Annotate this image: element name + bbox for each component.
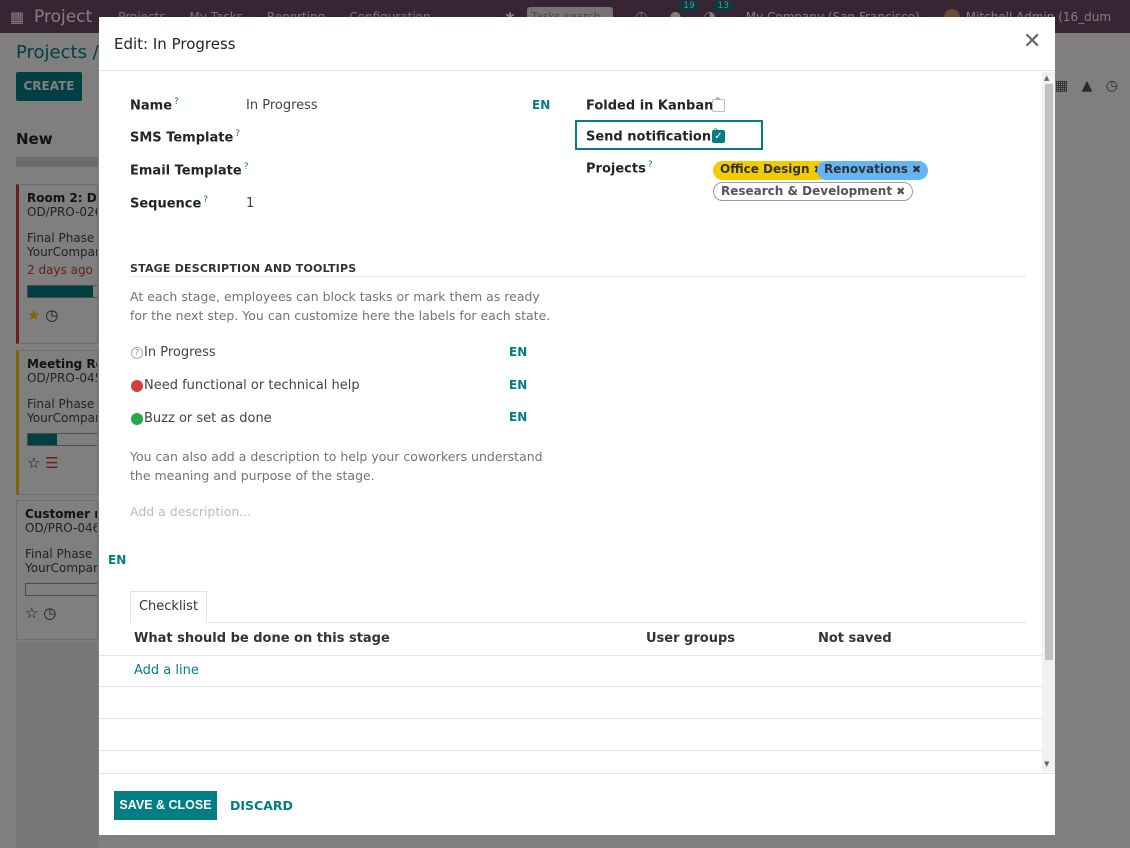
tab-divider <box>207 622 1026 623</box>
dialog-scrollbar[interactable]: ▲ ▼ <box>1042 72 1055 772</box>
state-blocked-label[interactable]: Need functional or technical help <box>144 378 360 393</box>
column-header-user-groups[interactable]: User groups <box>646 631 735 646</box>
table-row-divider <box>99 655 1042 656</box>
projects-label: Projects? <box>586 160 653 177</box>
state-done-label[interactable]: Buzz or set as done <box>144 411 272 426</box>
dialog-title: Edit: In Progress <box>114 35 236 53</box>
email-template-label: Email Template? <box>130 162 249 179</box>
name-translate-button[interactable]: EN <box>532 98 550 112</box>
scroll-up-icon[interactable]: ▲ <box>1044 74 1049 82</box>
name-field[interactable]: In Progress <box>246 98 318 113</box>
state-normal-label[interactable]: In Progress <box>144 345 216 360</box>
tab-checklist[interactable]: Checklist <box>130 591 207 623</box>
scroll-thumb[interactable] <box>1045 84 1053 660</box>
help-icon[interactable]: ? <box>174 97 179 107</box>
table-row-divider <box>99 686 1042 687</box>
state-normal-row[interactable]: ? In Progress <box>131 345 216 360</box>
dialog-header: Edit: In Progress ✕ <box>99 17 1055 71</box>
column-header-task[interactable]: What should be done on this stage <box>134 631 390 646</box>
status-green-icon <box>131 412 143 425</box>
status-grey-icon: ? <box>131 346 143 359</box>
dialog-footer: SAVE & CLOSE DISCARD <box>99 773 1055 835</box>
table-row-divider <box>99 718 1042 719</box>
section-intro: At each stage, employees can block tasks… <box>130 289 551 323</box>
add-line-link[interactable]: Add a line <box>134 663 199 678</box>
folded-in-kanban-label: Folded in Kanban? <box>586 97 720 113</box>
project-tag-office-design: Office Design✖ <box>713 161 830 180</box>
description-hint: You can also add a description to help y… <box>130 449 543 483</box>
help-icon[interactable]: ? <box>648 160 653 170</box>
email-template-field[interactable] <box>246 162 546 180</box>
state-done-row[interactable]: Buzz or set as done <box>131 411 272 426</box>
column-header-not-saved[interactable]: Not saved <box>818 631 892 646</box>
dialog-body: Name? In Progress EN SMS Template? Email… <box>99 72 1055 772</box>
sms-template-field[interactable] <box>246 129 546 147</box>
project-tag-renovations: Renovations ✖ <box>817 161 929 180</box>
status-red-icon <box>131 379 143 392</box>
state-normal-translate-button[interactable]: EN <box>509 345 527 359</box>
name-label: Name? <box>130 97 179 114</box>
sequence-field[interactable]: 1 <box>246 196 254 211</box>
discard-button[interactable]: DISCARD <box>230 798 293 813</box>
send-notification-checkbox[interactable]: ✓ <box>712 130 725 143</box>
section-divider <box>130 276 1026 277</box>
save-close-button[interactable]: SAVE & CLOSE <box>114 791 217 820</box>
state-blocked-translate-button[interactable]: EN <box>509 378 527 392</box>
description-translate-button[interactable]: EN <box>108 553 126 567</box>
sms-template-label: SMS Template? <box>130 129 241 146</box>
state-done-translate-button[interactable]: EN <box>509 410 527 424</box>
close-icon[interactable]: ✕ <box>1023 31 1041 53</box>
send-notification-label: Send notification? <box>586 128 718 144</box>
scroll-down-icon[interactable]: ▼ <box>1044 760 1049 768</box>
edit-stage-dialog: Edit: In Progress ✕ Name? In Progress EN… <box>99 17 1055 835</box>
state-blocked-row[interactable]: Need functional or technical help <box>131 378 360 393</box>
section-title: STAGE DESCRIPTION AND TOOLTIPS <box>130 262 357 275</box>
folded-in-kanban-checkbox[interactable] <box>712 99 725 112</box>
remove-tag-icon[interactable]: ✖ <box>896 185 905 198</box>
help-icon[interactable]: ? <box>203 195 208 205</box>
description-editor[interactable]: Add a description... <box>130 504 251 519</box>
table-row-divider <box>99 750 1042 751</box>
sequence-label: Sequence? <box>130 195 209 212</box>
help-icon[interactable]: ? <box>235 129 240 139</box>
remove-tag-icon[interactable]: ✖ <box>912 163 921 176</box>
project-tag-research-development: Research & Development ✖ <box>713 182 914 201</box>
